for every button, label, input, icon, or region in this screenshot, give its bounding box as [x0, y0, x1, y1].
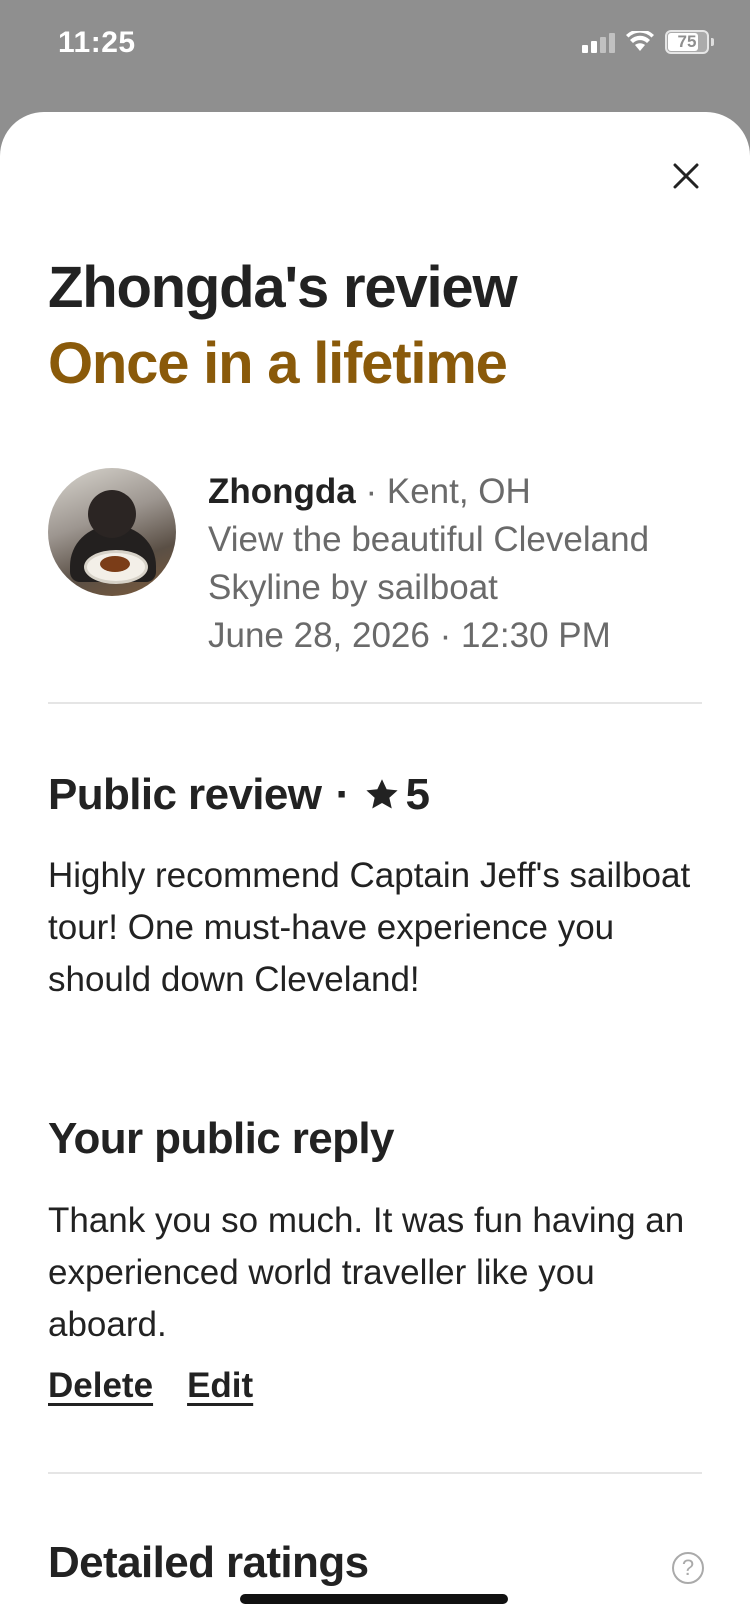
reviewer-name: Zhongda [208, 472, 356, 511]
experience-title: View the beautiful Cleveland Skyline by … [208, 520, 650, 607]
star-icon [365, 779, 398, 809]
rating-value: 5 [405, 770, 430, 819]
edit-reply-link[interactable]: Edit [187, 1366, 253, 1406]
battery-icon: 75 [665, 30, 709, 54]
divider [48, 702, 702, 704]
public-reply-heading: Your public reply [48, 1114, 395, 1163]
review-datetime: June 28, 2026 · 12:30 PM [208, 616, 611, 655]
status-time: 11:25 [58, 26, 136, 59]
close-icon [673, 163, 699, 189]
divider [48, 1472, 702, 1474]
status-icons: 75 [582, 30, 714, 54]
battery-level: 75 [677, 32, 697, 51]
public-review-heading: Public review · 5 [48, 770, 430, 820]
reviewer-info: Zhongda · Kent, OH View the beautiful Cl… [208, 468, 708, 660]
review-title: Zhongda's review [48, 255, 518, 320]
avatar[interactable] [48, 468, 176, 596]
detailed-ratings-heading: Detailed ratings [48, 1538, 369, 1587]
public-reply-text: Thank you so much. It was fun having an … [48, 1201, 685, 1344]
reply-actions: Delete Edit [48, 1366, 253, 1406]
wifi-icon [626, 31, 654, 51]
review-subtitle: Once in a lifetime [48, 331, 508, 396]
reviewer-location: · Kent, OH [355, 472, 531, 511]
heading-separator: · [335, 770, 350, 819]
public-review-text: Highly recommend Captain Jeff's sailboat… [48, 856, 691, 999]
review-sheet: Zhongda's review Once in a lifetime Zhon… [0, 112, 750, 1624]
status-bar: 11:25 75 [0, 0, 750, 100]
home-indicator [240, 1594, 508, 1604]
reviewer-card: Zhongda · Kent, OH View the beautiful Cl… [48, 468, 708, 660]
delete-reply-link[interactable]: Delete [48, 1366, 153, 1406]
page-title: Zhongda's review Once in a lifetime [48, 250, 518, 402]
public-review-label: Public review [48, 770, 322, 819]
close-button[interactable] [666, 156, 706, 196]
help-icon[interactable]: ? [672, 1552, 704, 1584]
cellular-signal-icon [582, 31, 615, 53]
